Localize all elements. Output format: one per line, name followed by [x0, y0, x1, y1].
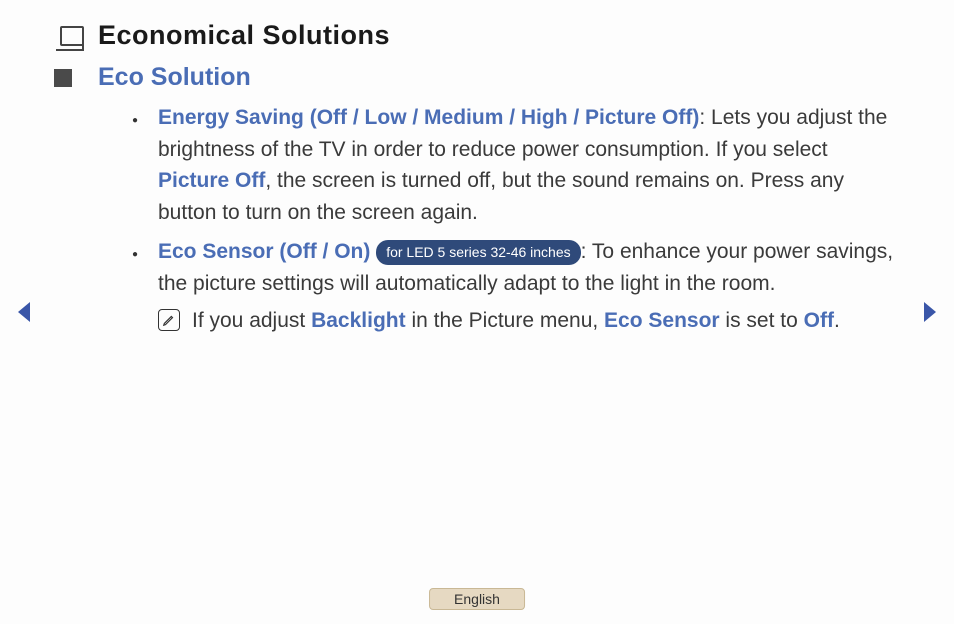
bullet-icon	[132, 236, 158, 337]
off-link: Off	[804, 309, 834, 332]
book-icon	[60, 26, 84, 46]
manual-page: Economical Solutions Eco Solution Energy…	[0, 0, 954, 624]
note-text-part: If you adjust	[192, 309, 311, 332]
square-bullet-icon	[54, 69, 72, 87]
page-title: Economical Solutions	[98, 20, 390, 51]
item-body: Energy Saving (Off / Low / Medium / High…	[158, 102, 894, 228]
note-row: If you adjust Backlight in the Picture m…	[158, 305, 894, 337]
pencil-note-icon	[158, 309, 180, 331]
eco-sensor-link: Eco Sensor	[604, 309, 720, 332]
list-item: Energy Saving (Off / Low / Medium / High…	[132, 102, 894, 228]
language-badge: English	[429, 588, 525, 610]
note-text: If you adjust Backlight in the Picture m…	[192, 305, 840, 337]
section-items: Energy Saving (Off / Low / Medium / High…	[132, 102, 894, 337]
note-text-part: is set to	[720, 309, 804, 332]
picture-off-link: Picture Off	[158, 169, 265, 192]
list-item: Eco Sensor (Off / On) for LED 5 series 3…	[132, 236, 894, 337]
eco-sensor-heading: Eco Sensor (Off / On)	[158, 240, 370, 263]
item-body: Eco Sensor (Off / On) for LED 5 series 3…	[158, 236, 894, 337]
note-text-part: .	[834, 309, 840, 332]
energy-saving-heading: Energy Saving (Off / Low / Medium / High…	[158, 106, 699, 129]
title-row: Economical Solutions	[60, 20, 894, 51]
prev-page-button[interactable]	[14, 300, 34, 329]
bullet-icon	[132, 102, 158, 228]
section-row: Eco Solution	[54, 63, 894, 92]
next-page-button[interactable]	[920, 300, 940, 329]
backlight-link: Backlight	[311, 309, 406, 332]
section-title: Eco Solution	[98, 63, 251, 92]
note-text-part: in the Picture menu,	[406, 309, 604, 332]
model-badge: for LED 5 series 32-46 inches	[376, 240, 580, 265]
